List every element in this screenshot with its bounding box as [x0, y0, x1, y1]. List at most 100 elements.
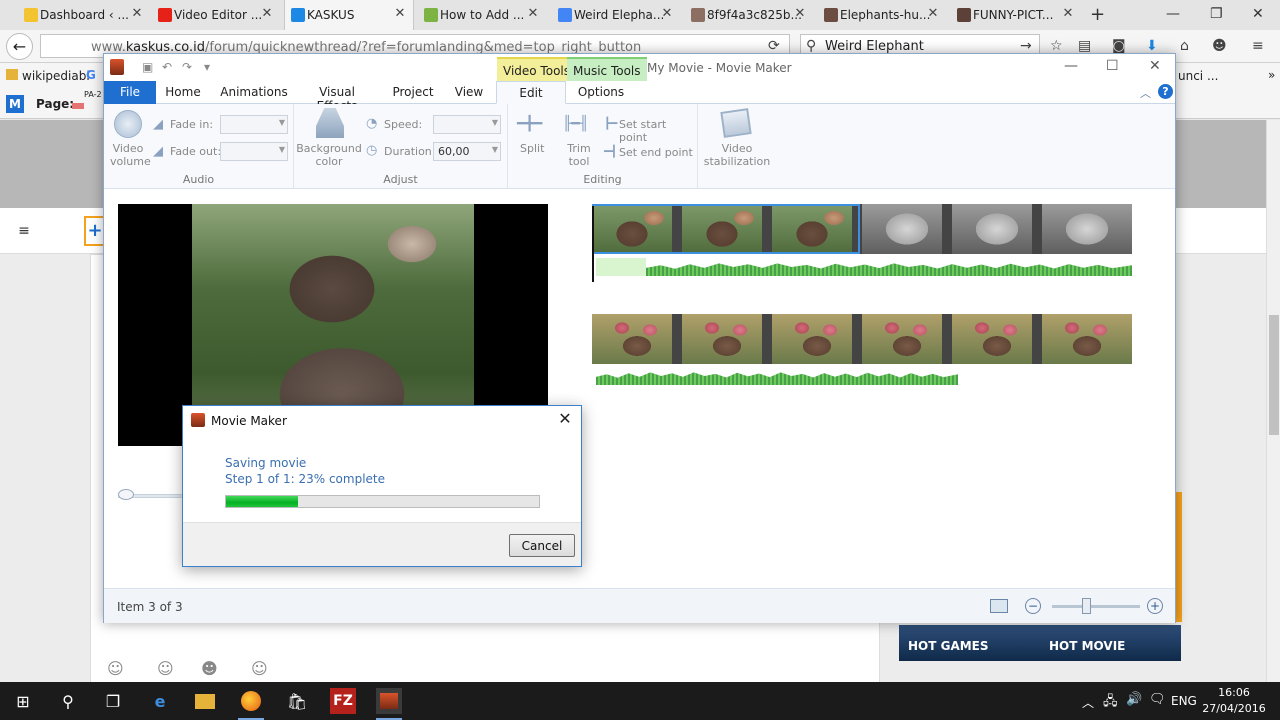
- emoticon-icon[interactable]: ☻: [201, 659, 218, 678]
- clip-row[interactable]: [592, 204, 1132, 254]
- undo-icon[interactable]: ↶: [162, 60, 172, 74]
- minimize-icon[interactable]: —: [1064, 58, 1078, 74]
- system-clock[interactable]: 16:06 27/04/2016: [1200, 685, 1268, 717]
- duration-dropdown[interactable]: 60,00 ▼: [433, 142, 501, 161]
- close-icon[interactable]: ✕: [1149, 58, 1161, 74]
- page-scrollbar[interactable]: [1266, 120, 1280, 682]
- video-stabilization-icon[interactable]: [720, 108, 752, 138]
- close-tab-icon[interactable]: ✕: [130, 7, 144, 21]
- windows-start-icon[interactable]: ⊞: [10, 688, 36, 714]
- collapse-ribbon-icon[interactable]: ︿: [1140, 85, 1151, 101]
- chat-icon[interactable]: ☻: [1212, 38, 1227, 54]
- restore-icon[interactable]: ❐: [1210, 6, 1223, 22]
- close-tab-icon[interactable]: ✕: [526, 7, 540, 21]
- close-tab-icon[interactable]: ✕: [660, 7, 674, 21]
- menu-icon[interactable]: ≡: [1252, 38, 1264, 54]
- close-tab-icon[interactable]: ✕: [1061, 7, 1075, 21]
- clip-row[interactable]: [592, 314, 1132, 364]
- tab-animations[interactable]: Animations: [219, 81, 289, 104]
- video-volume-icon[interactable]: [114, 110, 142, 138]
- scrollbar-thumb[interactable]: [1269, 315, 1279, 435]
- browser-tab[interactable]: Weird Elepha... ✕: [552, 0, 680, 30]
- bookmark-item[interactable]: unci ...: [1178, 69, 1218, 83]
- browser-tab[interactable]: Elephants-hu... ✕: [818, 0, 946, 30]
- browser-tab[interactable]: Dashboard ‹ ... ✕: [18, 0, 150, 30]
- tab-options[interactable]: Options: [576, 81, 626, 104]
- zoom-slider-knob[interactable]: [1082, 598, 1091, 614]
- browser-tab[interactable]: FUNNY-PICT... ✕: [951, 0, 1081, 30]
- close-icon[interactable]: ✕: [1252, 6, 1264, 22]
- fade-out-dropdown[interactable]: ▼: [220, 142, 288, 161]
- zoom-in-icon[interactable]: +: [1147, 598, 1163, 614]
- zoom-slider[interactable]: [1052, 605, 1140, 608]
- clip-thumbnail[interactable]: [862, 204, 952, 254]
- home-icon[interactable]: ⌂: [1180, 38, 1189, 54]
- video-stabilization-label[interactable]: Video stabilization: [698, 142, 776, 168]
- input-language[interactable]: ENG: [1171, 694, 1197, 708]
- tab-edit[interactable]: Edit: [496, 81, 566, 104]
- bookmark-star-icon[interactable]: ☆: [1050, 38, 1063, 54]
- bookmark-item[interactable]: wikipediabl: [22, 69, 90, 83]
- background-color-label[interactable]: Background color: [296, 142, 362, 168]
- tab-visual-effects[interactable]: Visual Effects: [302, 81, 372, 113]
- emoticon-icon[interactable]: ☺: [251, 659, 268, 678]
- video-volume-label[interactable]: Video volume: [110, 142, 151, 168]
- fade-in-dropdown[interactable]: ▼: [220, 115, 288, 134]
- new-tab-plus-icon[interactable]: +: [1090, 4, 1105, 25]
- back-arrow-icon[interactable]: ←: [6, 33, 33, 60]
- search-icon[interactable]: ⚲: [55, 688, 81, 714]
- browser-tab[interactable]: 8f9f4a3c825b... ✕: [685, 0, 813, 30]
- close-tab-icon[interactable]: ✕: [926, 7, 940, 21]
- clip-thumbnail[interactable]: [952, 314, 1042, 364]
- browser-tab[interactable]: Video Editor ... ✕: [152, 0, 280, 30]
- action-center-icon[interactable]: 🗨: [1149, 692, 1166, 707]
- chevron-up-icon[interactable]: ︿: [1082, 694, 1094, 711]
- emoticon-icon[interactable]: ☺: [107, 659, 124, 678]
- reload-icon[interactable]: ⟳: [768, 38, 780, 54]
- split-label[interactable]: Split: [520, 142, 544, 155]
- emoticon-icon[interactable]: ☺: [157, 659, 174, 678]
- clip-thumbnail[interactable]: [862, 314, 952, 364]
- volume-icon[interactable]: 🔊: [1126, 692, 1142, 707]
- tab-home[interactable]: Home: [164, 81, 202, 104]
- audio-track[interactable]: [646, 263, 1132, 276]
- trim-tool-label[interactable]: Trim tool: [566, 142, 592, 168]
- close-icon[interactable]: ✕: [556, 410, 574, 428]
- store-icon[interactable]: 🛍: [284, 688, 310, 714]
- tab-file[interactable]: File: [104, 81, 156, 104]
- thumbnail-size-icon[interactable]: [990, 599, 1008, 613]
- split-icon[interactable]: ━╋━: [517, 116, 542, 132]
- file-explorer-icon[interactable]: [192, 688, 218, 714]
- audio-track-selected[interactable]: [596, 258, 646, 276]
- set-end-point-button[interactable]: Set end point: [619, 146, 693, 159]
- movie-maker-app-icon[interactable]: [110, 59, 124, 75]
- speed-dropdown[interactable]: ▼: [433, 115, 501, 134]
- pocket-icon[interactable]: ◙: [1112, 38, 1126, 54]
- filezilla-icon[interactable]: FZ: [330, 688, 356, 714]
- maximize-icon[interactable]: ☐: [1106, 58, 1119, 74]
- seek-knob[interactable]: [118, 489, 134, 500]
- clip-thumbnail[interactable]: [1042, 314, 1132, 364]
- hamburger-menu-icon[interactable]: ≡: [8, 216, 40, 246]
- clip-thumbnail[interactable]: [682, 314, 772, 364]
- clip-thumbnail[interactable]: [952, 204, 1042, 254]
- download-arrow-icon[interactable]: ⬇: [1146, 38, 1158, 54]
- network-icon[interactable]: 🖧: [1103, 692, 1118, 714]
- redo-icon[interactable]: ↷: [182, 60, 192, 74]
- search-go-arrow-icon[interactable]: →: [1020, 38, 1032, 54]
- help-icon[interactable]: ?: [1158, 84, 1173, 99]
- firefox-icon[interactable]: [238, 688, 264, 720]
- save-icon[interactable]: ▣: [142, 60, 153, 74]
- trim-tool-icon[interactable]: ╟━╢: [563, 116, 588, 132]
- close-tab-icon[interactable]: ✕: [793, 7, 807, 21]
- edge-browser-icon[interactable]: e: [147, 688, 173, 714]
- audio-track[interactable]: [596, 372, 958, 385]
- browser-tab-active[interactable]: KASKUS ✕: [284, 0, 414, 30]
- tab-view[interactable]: View: [454, 81, 484, 104]
- background-color-icon[interactable]: [316, 108, 344, 138]
- clip-thumbnail[interactable]: [1042, 204, 1132, 254]
- customize-toolbar-icon[interactable]: ▾: [204, 60, 210, 74]
- storyboard[interactable]: [592, 204, 1132, 389]
- clip-thumbnail[interactable]: [592, 314, 682, 364]
- hot-movie-link[interactable]: HOT MOVIE: [1049, 639, 1125, 653]
